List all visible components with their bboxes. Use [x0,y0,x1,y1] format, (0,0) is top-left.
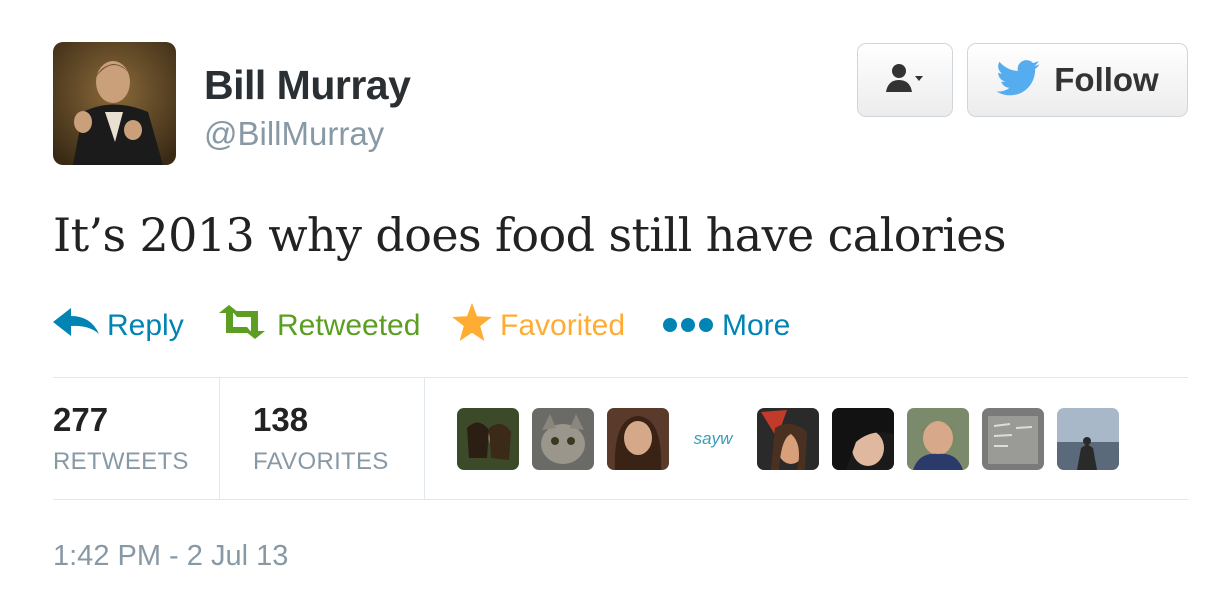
retweet-icon [215,305,269,347]
more-dots-icon [662,309,714,343]
favoriter-logo-text: sayw [694,429,734,448]
tweet-timestamp[interactable]: 1:42 PM - 2 Jul 13 [53,540,288,573]
favoriter-avatar[interactable] [982,408,1044,470]
retweets-label: RETWEETS [53,448,189,475]
favoriter-avatar[interactable] [907,408,969,470]
favoriter-avatar[interactable]: sayw [682,408,744,470]
tweet-stats: 277 RETWEETS 138 FAVORITES sayw [53,378,1188,500]
favorites-stat[interactable]: 138 FAVORITES [220,378,424,500]
stats-bottom-divider [53,499,1188,500]
stats-divider [424,378,425,500]
favoriter-avatar[interactable] [757,408,819,470]
reply-action[interactable]: Reply [53,303,184,349]
tweet-text: It’s 2013 why does food still have calor… [53,208,1007,262]
favorite-label: Favorited [500,309,626,342]
user-dropdown-icon [885,62,925,99]
user-actions-button[interactable] [857,43,953,117]
favorite-action[interactable]: Favorited [452,303,625,349]
favoriter-avatar[interactable] [1057,408,1119,470]
retweet-label: Retweeted [277,309,421,342]
retweets-count: 277 [53,401,109,438]
author-name[interactable]: Bill Murray [204,62,411,109]
star-icon [452,303,492,349]
favorites-count: 138 [253,401,309,438]
retweet-action[interactable]: Retweeted [215,303,420,349]
favoriter-avatar[interactable] [607,408,669,470]
author-handle[interactable]: @BillMurray [204,115,384,153]
retweets-stat[interactable]: 277 RETWEETS [53,378,219,500]
twitter-bird-icon [996,59,1040,101]
favoriter-avatar[interactable] [532,408,594,470]
follow-label: Follow [1054,61,1159,98]
more-label: More [722,309,791,342]
favoriter-avatar[interactable] [457,408,519,470]
favoriter-avatar[interactable] [832,408,894,470]
reply-arrow-icon [53,306,99,346]
reply-label: Reply [107,309,184,342]
favorites-label: FAVORITES [253,448,389,475]
author-avatar[interactable] [53,42,176,165]
follow-button[interactable]: Follow [967,43,1188,117]
more-action[interactable]: More [662,303,790,349]
